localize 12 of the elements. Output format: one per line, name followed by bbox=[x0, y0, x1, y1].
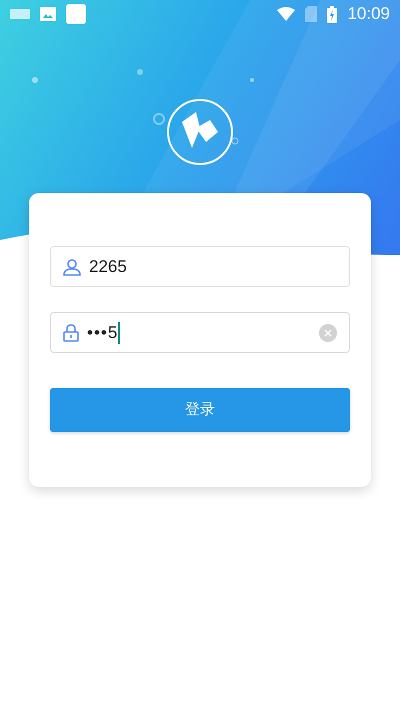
no-sim-icon bbox=[305, 6, 318, 22]
keyboard-icon bbox=[10, 9, 30, 19]
lock-icon bbox=[63, 324, 79, 342]
logo-icon bbox=[166, 98, 234, 166]
user-icon bbox=[63, 258, 81, 276]
battery-charging-icon bbox=[327, 6, 338, 22]
status-time: 10:09 bbox=[347, 3, 390, 26]
username-field[interactable]: 2265 bbox=[50, 246, 350, 287]
wifi-icon bbox=[277, 7, 296, 21]
image-icon bbox=[40, 7, 56, 21]
password-field[interactable]: •••5 bbox=[50, 312, 350, 353]
clear-icon[interactable] bbox=[319, 324, 337, 342]
